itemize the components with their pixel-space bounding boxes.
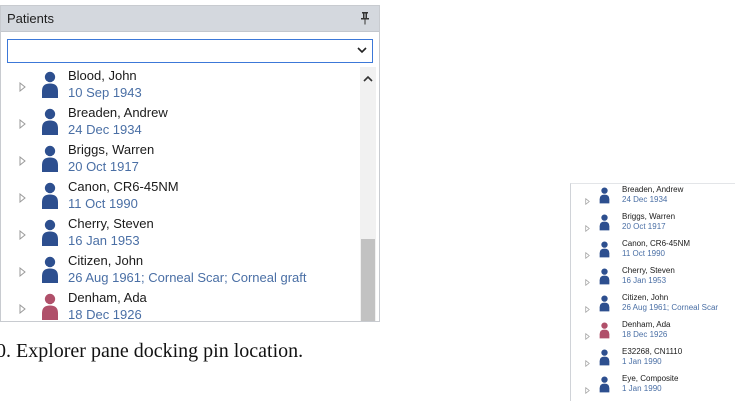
patient-row[interactable]: Citizen, John 26 Aug 1961; Corneal Scar [571, 292, 735, 314]
male-person-icon [41, 145, 59, 173]
male-person-icon [599, 295, 610, 312]
expand-triangle-icon[interactable] [19, 116, 26, 130]
scrollbar-thumb[interactable] [361, 239, 375, 321]
expand-triangle-icon[interactable] [585, 219, 590, 233]
expand-triangle-icon[interactable] [19, 190, 26, 204]
pane-title: Patients [7, 11, 54, 26]
pushpin-icon[interactable] [359, 11, 371, 25]
expand-triangle-icon[interactable] [19, 227, 26, 241]
patient-row[interactable]: Breaden, Andrew 24 Dec 1934 [7, 104, 359, 141]
patient-name: Canon, CR6-45NM [622, 239, 691, 248]
patient-details: 16 Jan 1953 [68, 233, 140, 248]
patient-name: Citizen, John [68, 253, 144, 268]
male-person-icon [41, 108, 59, 136]
expand-triangle-icon[interactable] [585, 300, 590, 314]
patient-row[interactable]: Eye, Composite 1 Jan 1990 [571, 373, 735, 395]
patient-details: 1 Jan 1990 [622, 384, 662, 393]
patient-row[interactable]: Briggs, Warren 20 Oct 1917 [571, 211, 735, 233]
patient-name: Blood, John [68, 68, 137, 83]
patient-name: Denham, Ada [622, 320, 671, 329]
patient-details: 11 Oct 1990 [622, 249, 665, 258]
male-person-icon [599, 187, 610, 204]
patient-name: Briggs, Warren [622, 212, 676, 221]
vertical-scrollbar[interactable] [360, 67, 376, 321]
expand-triangle-icon[interactable] [585, 327, 590, 341]
male-person-icon [41, 256, 59, 284]
patient-name: Breaden, Andrew [68, 105, 168, 120]
patient-details: 26 Aug 1961; Corneal Scar [622, 303, 719, 312]
patient-row[interactable]: Cherry, Steven 16 Jan 1953 [571, 265, 735, 287]
patient-search-input[interactable] [10, 42, 344, 59]
expand-triangle-icon[interactable] [19, 79, 26, 93]
expand-triangle-icon[interactable] [585, 381, 590, 395]
patient-details: 10 Sep 1943 [68, 85, 142, 100]
patient-details: 18 Dec 1926 [68, 307, 142, 322]
patient-details: 16 Jan 1953 [622, 276, 667, 285]
patient-row[interactable]: Briggs, Warren 20 Oct 1917 [7, 141, 359, 178]
patient-list-small: Breaden, Andrew 24 Dec 1934 Briggs, Warren… [570, 183, 735, 401]
patient-name: Briggs, Warren [68, 142, 155, 157]
male-person-icon [41, 182, 59, 210]
patient-row[interactable]: Breaden, Andrew 24 Dec 1934 [571, 184, 735, 206]
patient-details: 24 Dec 1934 [622, 195, 668, 204]
patient-details: 20 Oct 1917 [622, 222, 666, 231]
expand-triangle-icon[interactable] [19, 153, 26, 167]
male-person-icon [599, 241, 610, 258]
expand-triangle-icon[interactable] [19, 301, 26, 315]
patients-pane: Patients Blood, John 10 Sep 1943 Breaden, … [0, 5, 380, 322]
patient-search-combobox[interactable] [7, 39, 373, 63]
chevron-down-icon[interactable] [356, 45, 368, 55]
expand-triangle-icon[interactable] [19, 264, 26, 278]
male-person-icon [41, 71, 59, 99]
expand-triangle-icon[interactable] [585, 273, 590, 287]
expand-triangle-icon[interactable] [585, 354, 590, 368]
patient-details: 18 Dec 1926 [622, 330, 668, 339]
patient-details: 11 Oct 1990 [68, 196, 138, 211]
patient-row[interactable]: E32268, CN1110 1 Jan 1990 [571, 346, 735, 368]
patient-name: Cherry, Steven [622, 266, 675, 275]
patient-details: 20 Oct 1917 [68, 159, 139, 174]
patient-row[interactable]: Denham, Ada 18 Dec 1926 [7, 289, 359, 322]
male-person-icon [599, 376, 610, 393]
male-person-icon [41, 219, 59, 247]
expand-triangle-icon[interactable] [585, 246, 590, 260]
patient-name: Denham, Ada [68, 290, 147, 305]
male-person-icon [599, 214, 610, 231]
patient-name: Canon, CR6-45NM [68, 179, 179, 194]
patient-row[interactable]: Canon, CR6-45NM 11 Oct 1990 [7, 178, 359, 215]
male-person-icon [599, 268, 610, 285]
patient-details: 24 Dec 1934 [68, 122, 142, 137]
patient-name: Citizen, John [622, 293, 669, 302]
patient-row[interactable]: Blood, John 10 Sep 1943 [7, 67, 359, 104]
figure-caption: 30. Explorer pane docking pin location. [0, 340, 304, 362]
male-person-icon [599, 349, 610, 366]
patient-row[interactable]: Denham, Ada 18 Dec 1926 [571, 319, 735, 341]
patient-name: Breaden, Andrew [622, 185, 684, 194]
patient-details: 26 Aug 1961; Corneal Scar; Corneal graft [68, 270, 307, 285]
patient-name: Eye, Composite [622, 374, 679, 383]
patient-row[interactable]: Canon, CR6-45NM 11 Oct 1990 [571, 238, 735, 260]
patient-name: Cherry, Steven [68, 216, 154, 231]
female-person-icon [599, 322, 610, 339]
chevron-up-icon[interactable] [363, 75, 373, 83]
expand-triangle-icon[interactable] [585, 192, 590, 206]
patient-row[interactable]: Cherry, Steven 16 Jan 1953 [7, 215, 359, 252]
patient-name: E32268, CN1110 [622, 347, 683, 356]
female-person-icon [41, 293, 59, 321]
pane-header: Patients [1, 6, 379, 32]
patient-details: 1 Jan 1990 [622, 357, 662, 366]
patient-row[interactable]: Citizen, John 26 Aug 1961; Corneal Scar; … [7, 252, 359, 289]
patient-list: Blood, John 10 Sep 1943 Breaden, Andrew 24 … [7, 67, 359, 322]
